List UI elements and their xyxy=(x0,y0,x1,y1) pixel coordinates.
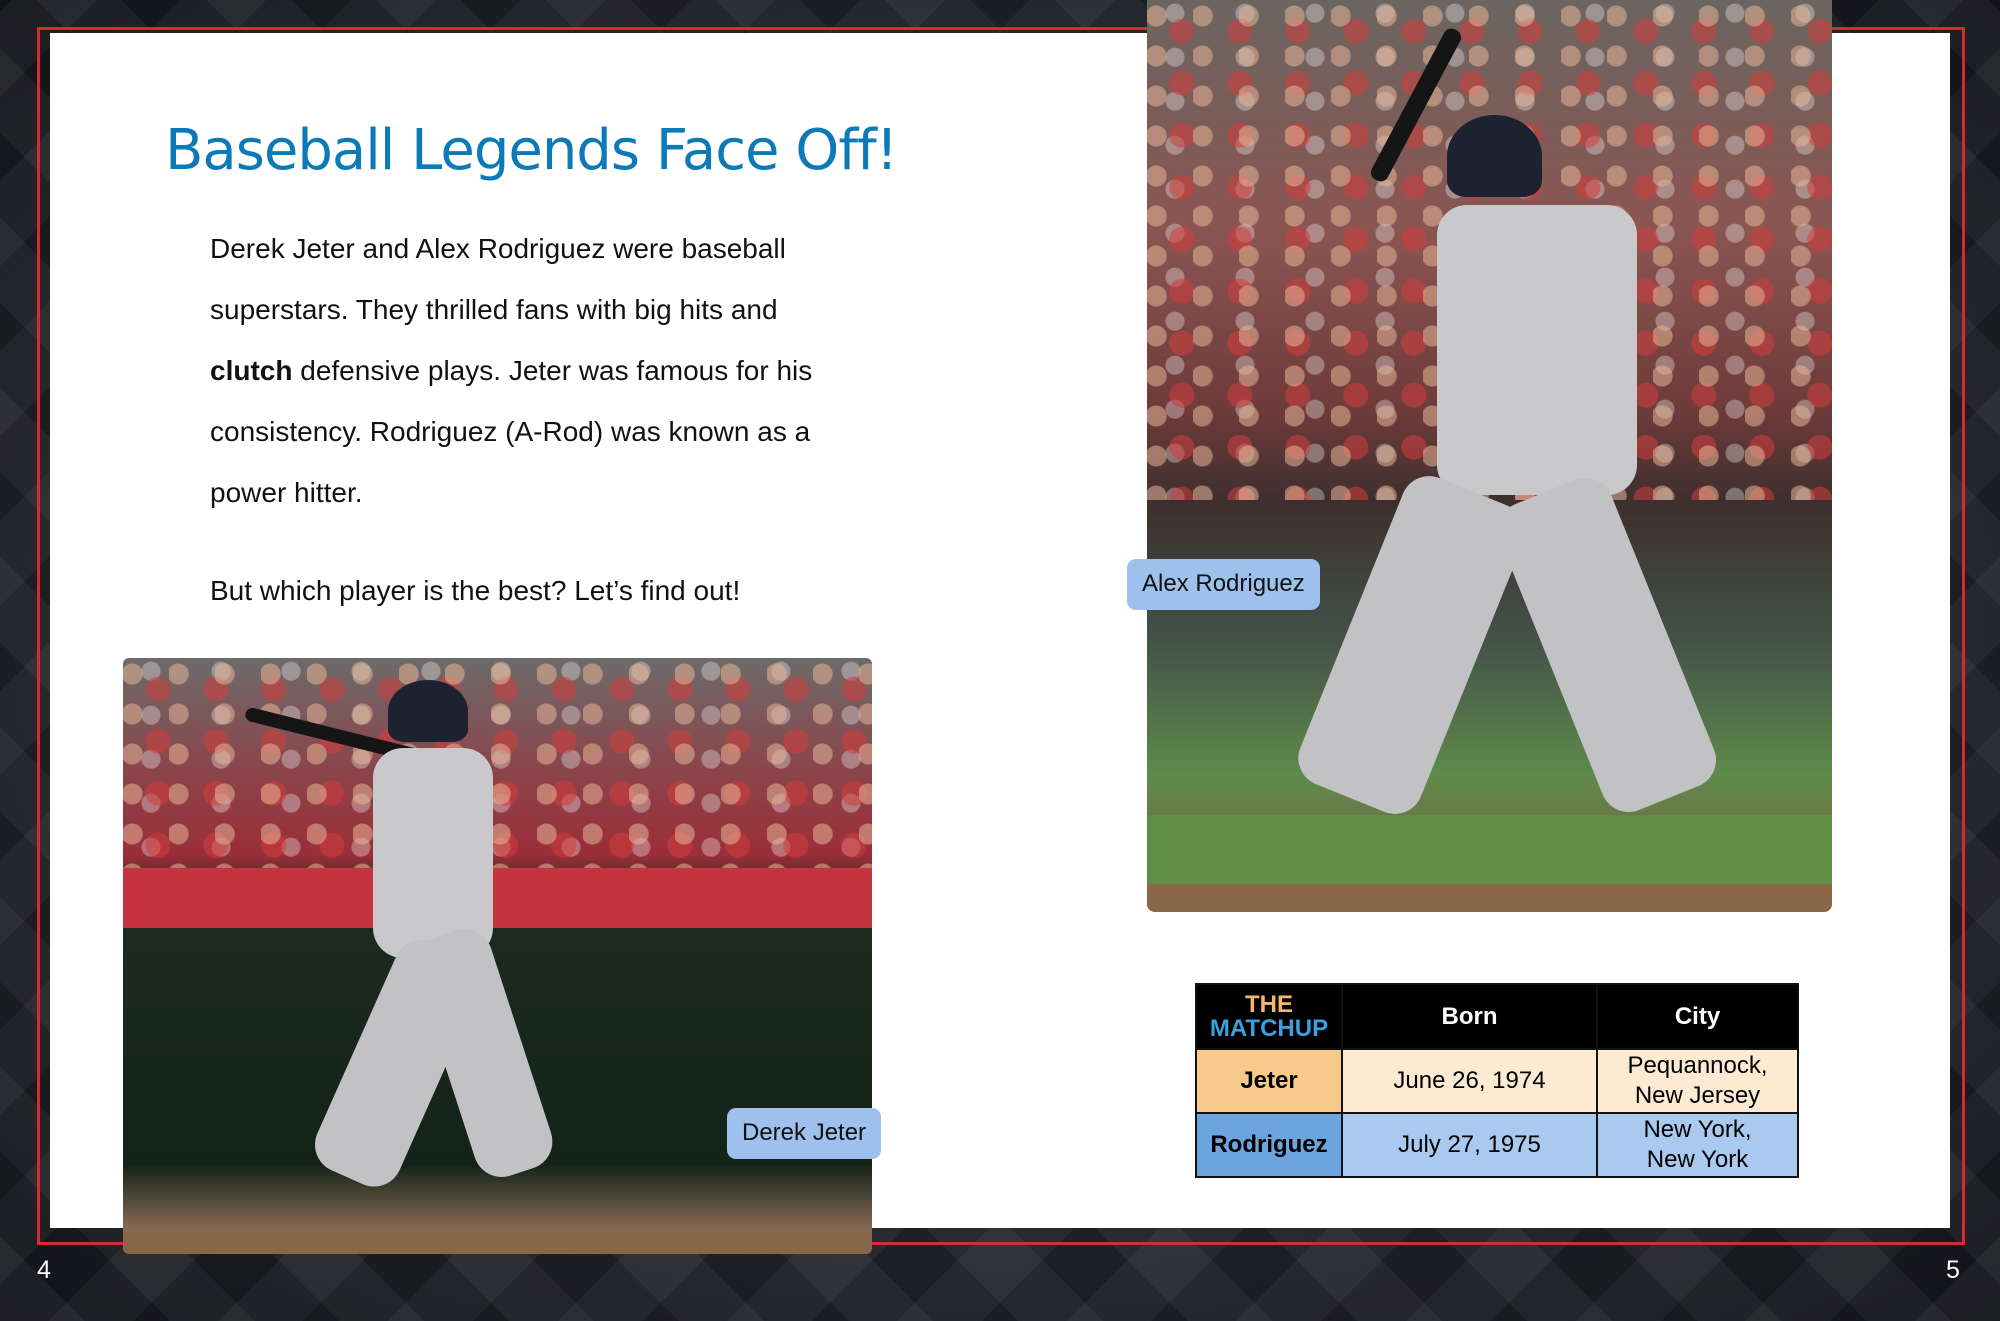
page-title: Baseball Legends Face Off! xyxy=(165,118,898,183)
paragraph-1-text-b: defensive plays. Jeter was famous for hi… xyxy=(210,355,813,508)
body-text: Derek Jeter and Alex Rodriguez were base… xyxy=(165,218,865,621)
city-line-1: Pequannock, xyxy=(1627,1052,1768,1079)
paragraph-1: Derek Jeter and Alex Rodriguez were base… xyxy=(165,218,865,523)
table-row: Rodriguez July 27, 1975 New York, New Yor… xyxy=(1195,1112,1799,1178)
born-cell: July 27, 1975 xyxy=(1341,1112,1598,1178)
city-line-1: New York, xyxy=(1643,1116,1752,1143)
player-name-cell: Jeter xyxy=(1195,1048,1343,1114)
left-page-number: 4 xyxy=(37,1256,51,1284)
city-line-2: New Jersey xyxy=(1634,1082,1761,1109)
right-page-number: 5 xyxy=(1946,1256,1960,1284)
table-row: Jeter June 26, 1974 Pequannock, New Jerse… xyxy=(1195,1048,1799,1114)
keyword-clutch: clutch xyxy=(210,355,293,386)
column-header-born: Born xyxy=(1341,983,1598,1050)
player-name-cell: Rodriguez xyxy=(1195,1112,1343,1178)
logo-line-1: THE xyxy=(1245,990,1293,1018)
column-header-city: City xyxy=(1596,983,1799,1050)
city-cell: New York, New York xyxy=(1596,1112,1799,1178)
jeter-caption: Derek Jeter xyxy=(727,1108,882,1159)
alex-rodriguez-photo xyxy=(1147,0,1832,912)
batter-figure xyxy=(243,668,663,1238)
batter-figure xyxy=(1217,20,1737,890)
city-line-2: New York xyxy=(1646,1146,1749,1173)
logo-line-2: MATCHUP xyxy=(1209,1014,1329,1042)
matchup-logo: THE MATCHUP xyxy=(1195,983,1343,1050)
paragraph-2: But which player is the best? Let’s find… xyxy=(210,575,741,606)
born-cell: June 26, 1974 xyxy=(1341,1048,1598,1114)
rodriguez-caption: Alex Rodriguez xyxy=(1127,559,1320,610)
table-header-row: THE MATCHUP Born City xyxy=(1195,983,1799,1050)
derek-jeter-photo xyxy=(123,658,872,1254)
city-cell: Pequannock, New Jersey xyxy=(1596,1048,1799,1114)
paragraph-1-text-a: Derek Jeter and Alex Rodriguez were base… xyxy=(210,233,786,325)
matchup-table: THE MATCHUP Born City Jeter June 26, 1974… xyxy=(1195,983,1799,1178)
